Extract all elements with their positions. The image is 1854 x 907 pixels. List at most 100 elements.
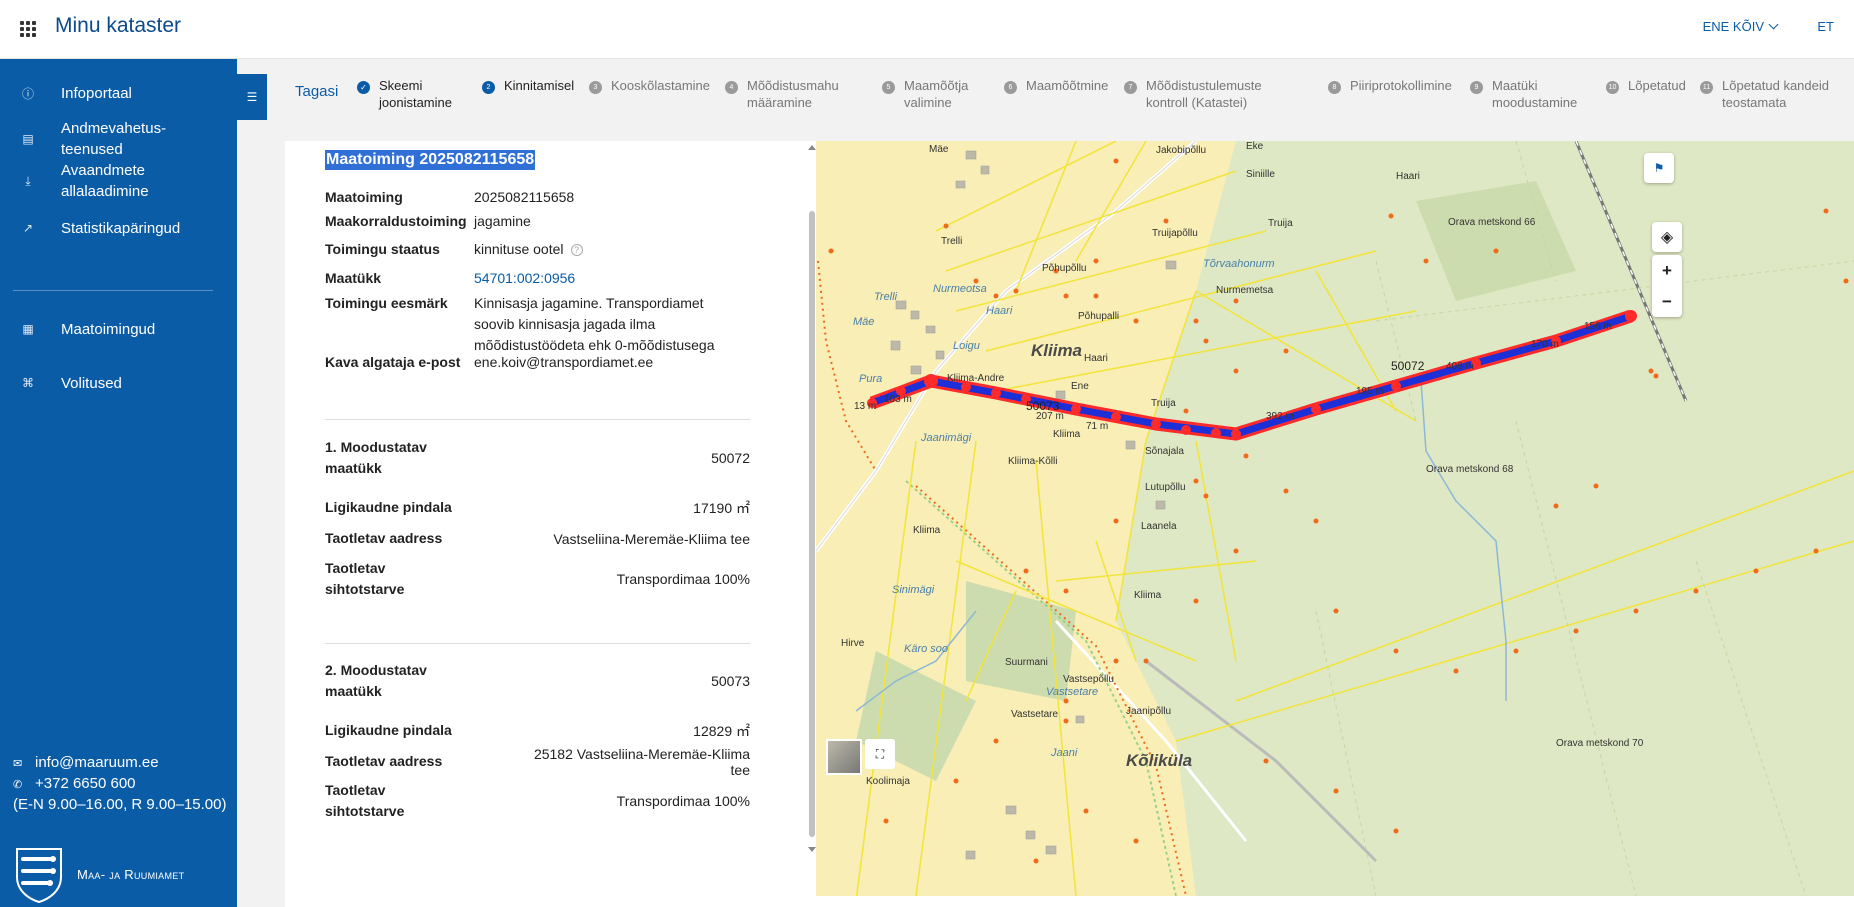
parcel-title-row: 1. Moodustatav maatükk 50072 [325, 436, 750, 480]
user-name: ENE KÕIV [1702, 19, 1764, 34]
layers-button[interactable]: ◈ [1652, 222, 1682, 252]
user-menu[interactable]: ENE KÕIV [1702, 19, 1779, 34]
field-value: Vastseliina-Meremäe-Kliima tee [553, 530, 750, 547]
logo[interactable]: Maa- ja Ruumiamet [13, 845, 184, 903]
map-label: Suurmani [1005, 657, 1048, 668]
step-10[interactable]: 10 Lõpetatud [1606, 77, 1698, 94]
map-label: Laanela [1141, 521, 1177, 532]
step-label: Kooskõlastamine [611, 78, 710, 93]
divider [325, 643, 750, 644]
sidebar-item-label: Volitused [61, 374, 122, 392]
fullscreen-icon: ⛶ [875, 746, 885, 761]
step-11[interactable]: 11 Lõpetatud kandeid teostamata [1700, 77, 1837, 111]
parcel-row: Ligikaudne pindala 17190 ㎡ [325, 497, 750, 518]
field-row: Kava algataja e-post ene.koiv@transpordi… [325, 352, 765, 373]
field-value: 25182 Vastseliina-Meremäe-Kliima tee [533, 745, 750, 778]
map-label: Jaani [1051, 747, 1078, 759]
back-link[interactable]: Tagasi [295, 83, 338, 100]
sidebar-item-label: Statistikapäringud [61, 219, 181, 237]
map-label: Kliima [1031, 341, 1083, 360]
app-title[interactable]: Minu kataster [55, 14, 181, 38]
sidebar-item-statistika[interactable]: ↗ Statistikapäringud [0, 216, 237, 240]
sidebar-item-maatoimingud[interactable]: ▦ Maatoimingud [0, 317, 237, 341]
parcel-row: Taotletav sihtotstarve Transpordimaa 100… [325, 779, 750, 823]
step-label: Maamõõtmine [1026, 78, 1109, 93]
zoom-in-button[interactable]: + [1652, 255, 1682, 286]
status-value: kinnituse ootel? [474, 239, 765, 260]
map-label: Trelli [874, 291, 898, 303]
step-5[interactable]: 5 Maamõõtja valimine [882, 77, 979, 111]
top-bar: Minu kataster ENE KÕIV ET [0, 0, 1854, 59]
collapse-sidebar-button[interactable]: ☰ [237, 74, 267, 120]
segment-length-label: 71 m [1086, 421, 1109, 432]
field-value: Transpordimaa 100% [616, 571, 750, 587]
field-value: Transpordimaa 100% [616, 793, 750, 809]
logo-text: Maa- ja Ruumiamet [77, 866, 185, 882]
step-number: 10 [1606, 81, 1619, 94]
map-label: Haari [1084, 353, 1108, 364]
scroll-up-icon[interactable] [808, 145, 816, 150]
main-card: Maatoiming 2025082115658 Maatoiming 2025… [285, 141, 1854, 907]
parcel-row: Taotletav aadress 25182 Vastseliina-Mere… [325, 746, 750, 778]
map-label: Käro soo [904, 643, 949, 655]
zoom-controls: + − [1652, 255, 1682, 317]
map-label: Truija [1151, 398, 1176, 409]
zoom-out-button[interactable]: − [1652, 286, 1682, 317]
map-label: Loigu [953, 340, 980, 352]
step-4[interactable]: 4 Mõõdistusmahu määramine [725, 77, 847, 111]
sidebar-item-andmevahetus[interactable]: ▤ Andmevahetus-teenused [0, 120, 237, 158]
step-6[interactable]: 6 Maamõõtmine [1004, 77, 1116, 94]
help-icon[interactable]: ? [570, 244, 583, 257]
parcel-title-row: 2. Moodustatav maatükk 50073 [325, 659, 750, 703]
step-number: 5 [882, 81, 895, 94]
step-number: 2 [482, 81, 495, 94]
step-7[interactable]: 7 Mõõdistustulemuste kontroll (Katastei) [1124, 77, 1306, 111]
divider [325, 419, 750, 420]
step-label: Skeemi joonistamine [379, 78, 452, 110]
parcel-link[interactable]: 54701:002:0956 [474, 268, 765, 289]
scroll-thumb[interactable] [809, 211, 815, 837]
parcel-row: Ligikaudne pindala 12829 ㎡ [325, 720, 750, 741]
basemap-switcher[interactable] [826, 739, 862, 775]
sidebar-item-infoportaal[interactable]: ⓘ Infoportaal [0, 81, 237, 105]
scroll-down-icon[interactable] [808, 847, 816, 852]
step-9[interactable]: 9 Maatüki moodustamine [1470, 77, 1582, 111]
step-3[interactable]: 3 Kooskõlastamine [589, 77, 721, 94]
step-label: Maamõõtja valimine [904, 78, 969, 110]
sidebar-item-label: Maatoimingud [61, 320, 156, 338]
map-view[interactable]: Mäe Jakobipõllu Eke Siniille Haari Truij… [816, 141, 1854, 896]
field-value: jagamine [474, 213, 531, 229]
sidebar-item-volitused[interactable]: ⌘ Volitused [0, 371, 237, 395]
step-number: 4 [725, 81, 738, 94]
step-number: 11 [1700, 81, 1713, 94]
map-label: Hirve [841, 638, 865, 649]
contact-email[interactable]: ✉ info@maaruum.ee [13, 754, 159, 771]
authorization-icon: ⌘ [22, 376, 34, 390]
map-label: Kliima [1134, 590, 1162, 601]
language-switch[interactable]: ET [1817, 19, 1834, 34]
field-label: Toimingu eesmärk [325, 295, 448, 311]
map-label: Pura [859, 373, 883, 385]
step-2[interactable]: 2 Kinnitamisel [482, 77, 584, 94]
map-label: Orava metskond 66 [1448, 217, 1536, 228]
sidebar-item-avaandmed[interactable]: ⤓ Avaandmete allalaadimine [0, 160, 237, 202]
contact-phone[interactable]: ✆ +372 6650 600 [13, 775, 136, 792]
fullscreen-button[interactable]: ⛶ [865, 739, 895, 769]
feedback-button[interactable]: ⚑ [1644, 153, 1674, 183]
step-number: 8 [1328, 81, 1341, 94]
map-canvas[interactable] [816, 141, 1854, 896]
step-number: 6 [1004, 81, 1017, 94]
map-label: Koolimaja [866, 776, 910, 787]
field-value: 2025082115658 [474, 189, 575, 205]
parcel-row: Taotletav sihtotstarve Transpordimaa 100… [325, 557, 750, 601]
parcel-row: Taotletav aadress Vastseliina-Meremäe-Kl… [325, 528, 750, 549]
field-label: Maatükk [325, 270, 382, 286]
parcel-id: 50072 [711, 450, 750, 466]
step-8[interactable]: 8 Piiriprotokollimine [1328, 77, 1465, 94]
map-label: Põhupalli [1078, 311, 1120, 322]
field-value: 12829 ㎡ [693, 722, 750, 739]
step-1[interactable]: ✓ Skeemi joonistamine [357, 77, 459, 111]
map-label: Sõnajala [1145, 446, 1184, 457]
segment-length-label: 13 m [854, 401, 877, 412]
apps-grid-icon[interactable] [20, 21, 36, 37]
